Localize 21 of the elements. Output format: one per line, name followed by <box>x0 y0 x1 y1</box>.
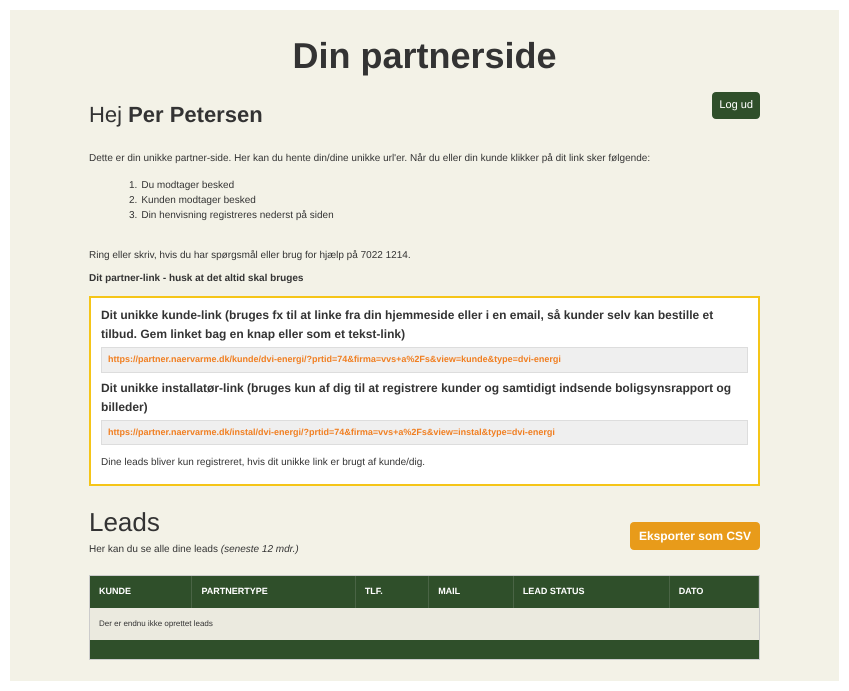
step-number: 3. <box>129 209 138 223</box>
step-text: Din henvisning registreres nederst på siden <box>141 209 334 223</box>
help-text: Ring eller skriv, hvis du har spørgsmål eller brug for hjælp på 7022 1214. <box>89 249 412 263</box>
logout-button[interactable]: Log ud <box>712 92 760 118</box>
step-number: 1. <box>129 179 138 193</box>
link-field[interactable]: https://partner.naervarme.dk/kunde/dvi-energi/?prtid=74&firma=vvs+a%2Fs&view=kunde&type=dvi-energi <box>101 347 748 372</box>
greeting: Hej Per Petersen <box>89 101 263 129</box>
leads-title: Leads <box>89 506 161 538</box>
leads-subtitle: Her kan du se alle dine leads (seneste 12 mdr.) <box>89 543 299 557</box>
links-note: Dine leads bliver kun registreret, hvis dit unikke link er brugt af kunde/dig. <box>101 456 426 470</box>
page-title: Din partnerside <box>291 34 558 78</box>
empty-message: Der er endnu ikke oprettet leads <box>90 608 759 640</box>
link-title: Dit unikke installatør-link (bruges kun af dig til at registrere kunder og samtidigt indsende boligsynsrapport og billeder) <box>101 380 732 416</box>
step-text: Kunden modtager besked <box>141 194 256 208</box>
link-field[interactable]: https://partner.naervarme.dk/instal/dvi-energi/?prtid=74&firma=vvs+a%2Fs&view=instal&type=dvi-energi <box>101 420 748 445</box>
link-title: Dit unikke kunde-link (bruges fx til at linke fra din hjemmeside eller i en email, så kunder selv kan bestille et tilbud. Gem linket bag en knap eller som et tekst-link) <box>101 307 714 343</box>
step-number: 2. <box>129 194 138 208</box>
step-text: Du modtager besked <box>141 179 234 193</box>
export-button[interactable]: Eksporter som CSV <box>630 522 760 550</box>
links-heading: Dit partner-link - husk at det altid skal bruges <box>89 272 304 286</box>
intro-text: Dette er din unikke partner-side. Her kan du hente din/dine unikke url'er. Når du eller din kunde klikker på dit link sker følgende: <box>89 152 652 166</box>
